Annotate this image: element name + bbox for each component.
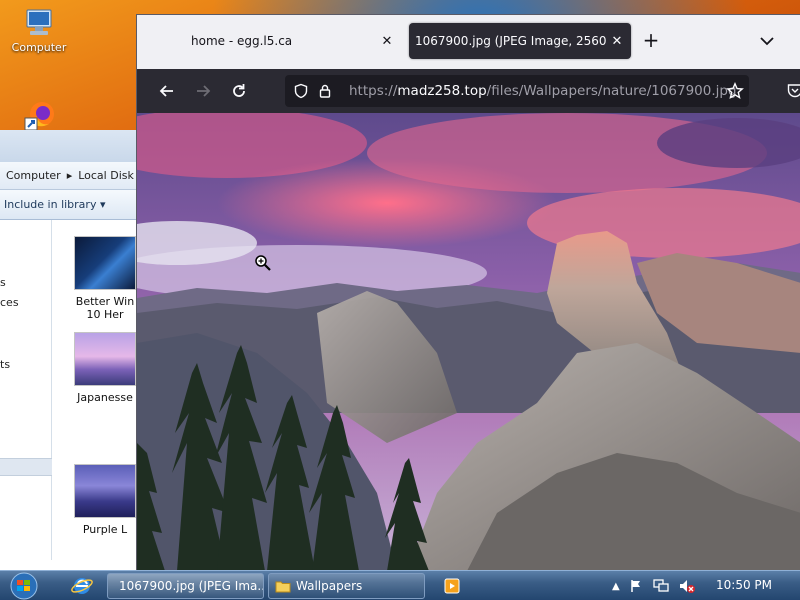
nav-item[interactable]: ces <box>0 296 19 309</box>
explorer-titlebar <box>0 130 139 162</box>
explorer-window: Computer ▸ Local Disk Include in library… <box>0 130 140 570</box>
taskbar: 1067900.jpg (JPEG Ima... Wallpapers ▲ 10… <box>0 570 800 600</box>
file-thumbnail[interactable]: Purple L <box>74 464 136 536</box>
nav-item[interactable]: ts <box>0 358 10 371</box>
media-player-icon <box>444 578 460 594</box>
internet-explorer-pinned[interactable] <box>68 574 96 598</box>
start-button[interactable] <box>4 572 44 600</box>
clock[interactable]: 10:50 PM <box>716 578 772 592</box>
lock-icon[interactable] <box>317 83 333 99</box>
computer-icon <box>23 8 55 38</box>
tab-home[interactable]: home - egg.l5.ca ✕ <box>181 23 405 59</box>
nav-item[interactable]: s <box>0 276 6 289</box>
folder-icon <box>275 581 291 593</box>
arrow-right-icon <box>197 85 211 97</box>
desktop-icon-label: Computer <box>11 41 67 54</box>
navigation-toolbar: https://madz258.top/files/Wallpapers/nat… <box>137 69 800 113</box>
close-tab-icon[interactable]: ✕ <box>609 34 625 49</box>
nav-item-selected[interactable] <box>0 458 52 476</box>
tracking-protection-shield-icon[interactable] <box>293 83 309 99</box>
arrow-left-icon <box>159 85 173 97</box>
taskbar-button-firefox[interactable]: 1067900.jpg (JPEG Ima... <box>107 573 264 599</box>
network-icon[interactable] <box>652 578 670 594</box>
tab-strip: home - egg.l5.ca ✕ 1067900.jpg (JPEG Ima… <box>137 15 800 69</box>
thumbnail-image <box>74 236 136 290</box>
navigation-pane: s ces ts <box>0 220 52 560</box>
image-viewer[interactable] <box>137 113 800 571</box>
close-tab-icon[interactable]: ✕ <box>379 34 395 49</box>
file-thumbnail[interactable]: Japanesse <box>74 332 136 404</box>
url-text[interactable]: https://madz258.top/files/Wallpapers/nat… <box>349 83 737 99</box>
media-player-pinned[interactable] <box>438 574 466 598</box>
file-thumbnail[interactable]: Better Win 10 Her <box>74 236 136 321</box>
back-button[interactable] <box>153 77 181 105</box>
chevron-down-icon: ▾ <box>99 198 106 211</box>
forward-button[interactable] <box>189 77 217 105</box>
reload-icon <box>233 84 245 97</box>
breadcrumb-local-disk[interactable]: Local Disk <box>78 169 134 182</box>
action-center-flag-icon[interactable] <box>628 578 644 594</box>
chevron-right-icon: ▸ <box>66 169 73 182</box>
pocket-button[interactable] <box>781 77 800 105</box>
star-icon <box>726 82 744 99</box>
show-hidden-icons-button[interactable]: ▲ <box>612 581 620 592</box>
thumbnail-image <box>74 464 136 518</box>
url-bar[interactable]: https://madz258.top/files/Wallpapers/nat… <box>285 75 749 107</box>
desktop-icon-computer[interactable]: Computer <box>2 8 76 54</box>
list-all-tabs-button[interactable] <box>753 27 781 55</box>
taskbar-button-wallpapers[interactable]: Wallpapers <box>268 573 425 599</box>
explorer-body: s ces ts Better Win 10 Her Japanesse Pur… <box>0 220 139 560</box>
windows-logo-icon <box>10 572 38 600</box>
wallpaper-image[interactable] <box>137 113 800 571</box>
volume-muted-icon[interactable] <box>678 578 696 594</box>
system-tray: ▲ <box>612 571 696 600</box>
include-in-library-button[interactable]: Include in library ▾ <box>4 198 105 211</box>
breadcrumb-computer[interactable]: Computer <box>6 169 61 182</box>
desktop-icon-firefox[interactable] <box>2 100 76 133</box>
chevron-down-icon <box>760 37 774 46</box>
reload-button[interactable] <box>225 77 253 105</box>
firefox-shortcut-icon <box>23 100 55 131</box>
browser-window: home - egg.l5.ca ✕ 1067900.jpg (JPEG Ima… <box>136 14 800 571</box>
explorer-toolbar: Include in library ▾ <box>0 190 139 220</box>
tab-image[interactable]: 1067900.jpg (JPEG Image, 2560 × 1440 pix… <box>409 23 631 59</box>
pocket-icon <box>787 84 800 98</box>
thumbnail-image <box>74 332 136 386</box>
new-tab-button[interactable]: + <box>637 27 665 55</box>
breadcrumb[interactable]: Computer ▸ Local Disk <box>0 162 139 190</box>
internet-explorer-icon <box>71 578 93 594</box>
bookmark-button[interactable] <box>721 77 749 105</box>
